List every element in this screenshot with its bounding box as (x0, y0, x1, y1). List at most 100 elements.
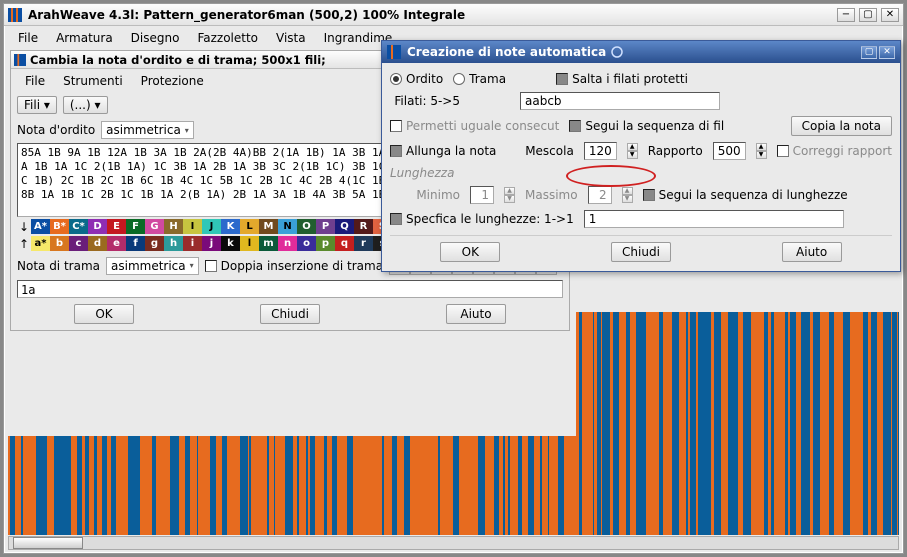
specifica-checkbox[interactable]: Specfica le lunghezze: 1->1 (390, 212, 574, 226)
segui-seq-lung-checkbox[interactable]: Segui la sequenza di lunghezze (643, 188, 848, 202)
palette-swatch[interactable]: k (221, 236, 240, 251)
nota-trama-label: Nota di trama (17, 259, 100, 273)
allunga-checkbox[interactable]: Allunga la nota (390, 144, 496, 158)
inner-menu-file[interactable]: File (17, 72, 53, 90)
modal-ok-button[interactable]: OK (440, 242, 500, 262)
spiral-icon (610, 45, 624, 59)
palette-swatch[interactable]: m (259, 236, 278, 251)
palette-swatch[interactable]: p (316, 236, 335, 251)
rapporto-spinner[interactable]: ▲▼ (756, 143, 767, 159)
palette-swatch[interactable]: M (259, 219, 278, 234)
palette-swatch[interactable]: C* (69, 219, 88, 234)
palette-swatch[interactable]: N (278, 219, 297, 234)
minimo-input[interactable]: 1 (470, 186, 494, 204)
palette-swatch[interactable]: a* (31, 236, 50, 251)
salta-checkbox[interactable]: Salta i filati protetti (556, 72, 688, 86)
maximize-button[interactable]: ▢ (859, 8, 877, 22)
palette-swatch[interactable]: R (354, 219, 373, 234)
fili-button[interactable]: Fili ▾ (17, 96, 57, 114)
horizontal-scrollbar[interactable] (8, 536, 899, 550)
modal-aiuto-button[interactable]: Aiuto (782, 242, 842, 262)
doppia-checkbox[interactable]: Doppia inserzione di trama (205, 259, 383, 273)
massimo-input[interactable]: 2 (588, 186, 612, 204)
modal-chiudi-button[interactable]: Chiudi (611, 242, 671, 262)
palette-swatch[interactable]: q (335, 236, 354, 251)
palette-swatch[interactable]: O (297, 219, 316, 234)
palette-swatch[interactable]: b (50, 236, 69, 251)
menu-armatura[interactable]: Armatura (48, 29, 121, 47)
modal-titlebar: Creazione di note automatica ▢ ✕ (382, 41, 900, 63)
palette-swatch[interactable]: o (297, 236, 316, 251)
palette-swatch[interactable]: h (164, 236, 183, 251)
correggi-checkbox[interactable]: Correggi rapport (777, 144, 892, 158)
ordito-radio[interactable]: Ordito (390, 72, 443, 86)
rapporto-input[interactable]: 500 (713, 142, 746, 160)
specifica-input[interactable]: 1 (584, 210, 844, 228)
main-titlebar: ArahWeave 4.3l: Pattern_generator6man (5… (4, 4, 903, 26)
inner-ok-button[interactable]: OK (74, 304, 134, 324)
up-arrow-icon[interactable]: ↑ (17, 236, 31, 251)
rapporto-label: Rapporto (648, 144, 703, 158)
segui-seq-fil-checkbox[interactable]: Segui la sequenza di fil (569, 119, 724, 133)
permetti-checkbox[interactable]: Permetti uguale consecut (390, 119, 559, 133)
palette-swatch[interactable]: e (107, 236, 126, 251)
filati-input[interactable]: aabcb (520, 92, 720, 110)
filati-label: Filati: 5->5 (390, 94, 460, 108)
asimmetrica2-dropdown[interactable]: asimmetrica (106, 257, 199, 275)
mescola-label: Mescola (525, 144, 574, 158)
palette-swatch[interactable]: G (145, 219, 164, 234)
palette-swatch[interactable]: f (126, 236, 145, 251)
down-arrow-icon[interactable]: ↓ (17, 219, 31, 234)
inner-title: Cambia la nota d'ordito e di trama; 500x… (30, 53, 326, 67)
modal-close-button[interactable]: ✕ (879, 46, 895, 59)
palette-swatch[interactable]: A* (31, 219, 50, 234)
inner-menu-strumenti[interactable]: Strumenti (55, 72, 131, 90)
palette-swatch[interactable]: i (183, 236, 202, 251)
menu-file[interactable]: File (10, 29, 46, 47)
modal-title: Creazione di note automatica (407, 45, 606, 59)
palette-swatch[interactable]: Q (335, 219, 354, 234)
menu-fazzoletto[interactable]: Fazzoletto (189, 29, 266, 47)
inner-menu-protez[interactable]: Protezione (133, 72, 212, 90)
palette-swatch[interactable]: r (354, 236, 373, 251)
close-button[interactable]: ✕ (881, 8, 899, 22)
palette-swatch[interactable]: n (278, 236, 297, 251)
inner-icon (14, 54, 26, 66)
palette-swatch[interactable]: H (164, 219, 183, 234)
minimo-label: Minimo (390, 188, 460, 202)
modal-icon (387, 45, 401, 59)
palette-swatch[interactable]: D (88, 219, 107, 234)
palette-swatch[interactable]: E (107, 219, 126, 234)
copia-nota-button[interactable]: Copia la nota (791, 116, 892, 136)
trama-input[interactable]: 1a (17, 280, 563, 298)
minimo-spinner[interactable]: ▲▼ (504, 187, 515, 203)
menu-vista[interactable]: Vista (268, 29, 314, 47)
nota-ordito-label: Nota d'ordito (17, 123, 95, 137)
inner-chiudi-button[interactable]: Chiudi (260, 304, 320, 324)
palette-swatch[interactable]: P (316, 219, 335, 234)
scrollbar-thumb[interactable] (13, 537, 83, 549)
asimmetrica-dropdown[interactable]: asimmetrica (101, 121, 194, 139)
palette-swatch[interactable]: g (145, 236, 164, 251)
palette-swatch[interactable]: d (88, 236, 107, 251)
palette-swatch[interactable]: I (183, 219, 202, 234)
palette-swatch[interactable]: j (202, 236, 221, 251)
trama-radio[interactable]: Trama (453, 72, 506, 86)
inner-aiuto-button[interactable]: Aiuto (446, 304, 506, 324)
paren-button[interactable]: (...) ▾ (63, 96, 108, 114)
auto-note-dialog: Creazione di note automatica ▢ ✕ Ordito … (381, 40, 901, 272)
minimize-button[interactable]: − (837, 8, 855, 22)
massimo-spinner[interactable]: ▲▼ (622, 187, 633, 203)
palette-swatch[interactable]: K (221, 219, 240, 234)
menu-disegno[interactable]: Disegno (123, 29, 188, 47)
palette-swatch[interactable]: F (126, 219, 145, 234)
palette-swatch[interactable]: l (240, 236, 259, 251)
palette-swatch[interactable]: J (202, 219, 221, 234)
palette-swatch[interactable]: B* (50, 219, 69, 234)
palette-swatch[interactable]: c (69, 236, 88, 251)
mescola-spinner[interactable]: ▲▼ (627, 143, 638, 159)
mescola-input[interactable]: 120 (584, 142, 617, 160)
modal-maximize-button[interactable]: ▢ (861, 46, 877, 59)
massimo-label: Massimo (525, 188, 578, 202)
palette-swatch[interactable]: L (240, 219, 259, 234)
